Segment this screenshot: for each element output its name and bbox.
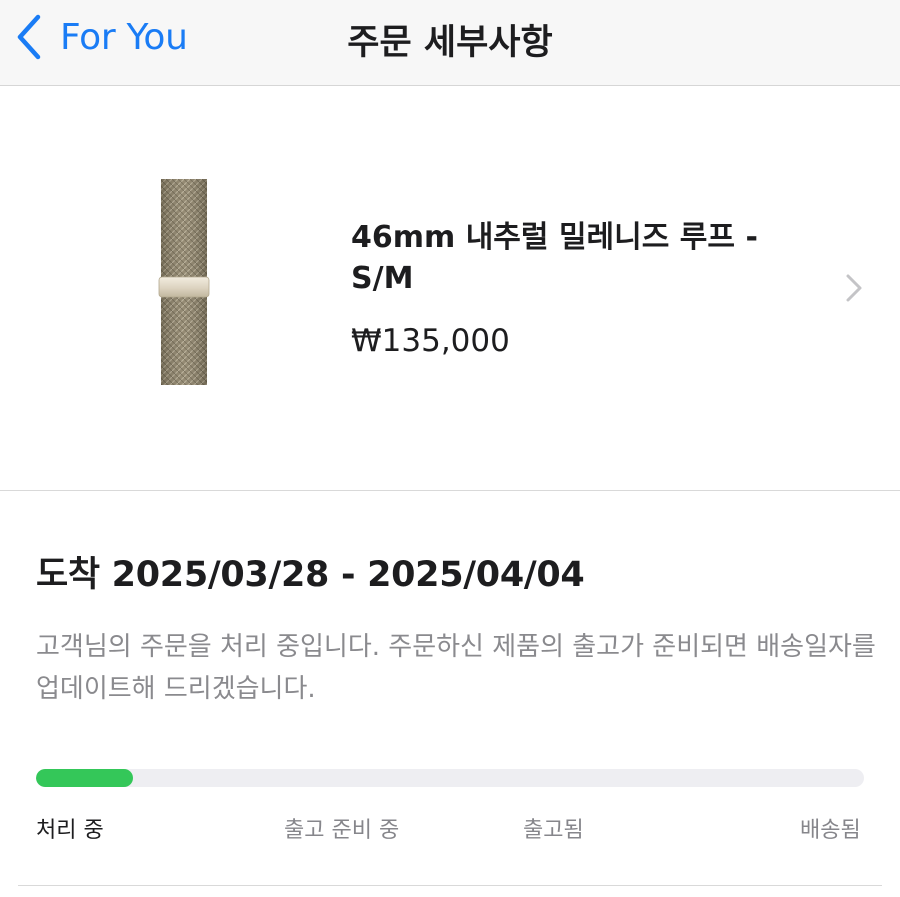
step-processing: 처리 중 (36, 818, 104, 843)
product-price: ₩135,000 (351, 323, 510, 359)
delivery-date-title: 도착 2025/03/28 - 2025/04/04 (36, 555, 585, 595)
navigation-bar: For You 주문 세부사항 (0, 0, 900, 86)
page-title: 주문 세부사항 (347, 23, 553, 63)
product-row[interactable]: 46mm 내추럴 밀레니즈 루프 - S/M ₩135,000 (0, 87, 900, 491)
chevron-right-icon[interactable] (845, 273, 863, 303)
divider (18, 885, 882, 886)
order-status-description: 고객님의 주문을 처리 중입니다. 주문하신 제품의 출고가 준비되면 배송일자… (36, 632, 876, 704)
order-progress-bar (36, 769, 864, 787)
milanese-loop-band-image (158, 179, 210, 385)
step-preparing-shipment: 출고 준비 중 (284, 818, 400, 843)
step-delivered: 배송됨 (800, 818, 861, 843)
product-name: 46mm 내추럴 밀레니즈 루프 - S/M (351, 220, 758, 296)
order-progress-fill (36, 769, 133, 787)
step-shipped: 출고됨 (523, 818, 584, 843)
